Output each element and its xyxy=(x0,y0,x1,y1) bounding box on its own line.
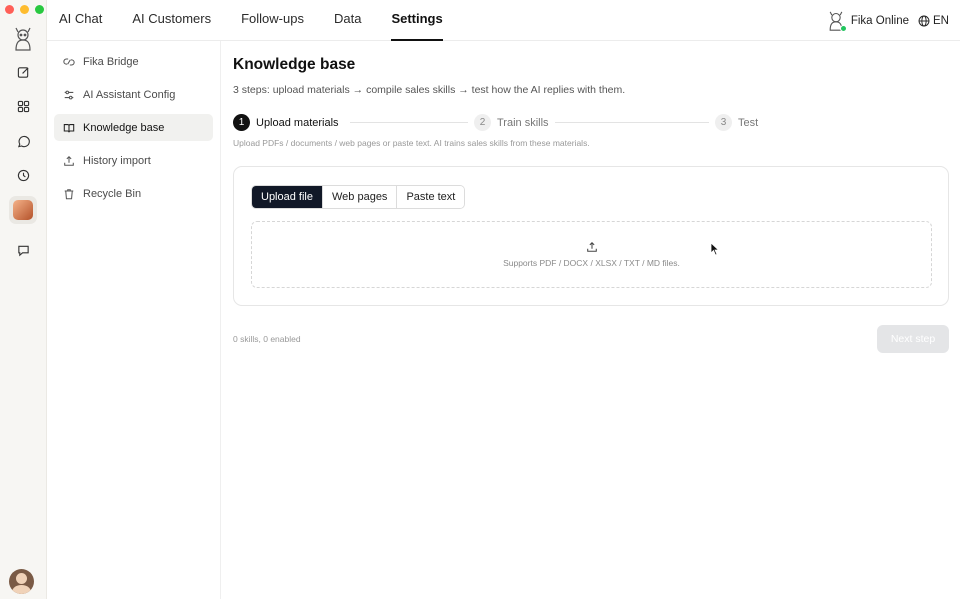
chat-bubble-icon xyxy=(17,245,29,256)
step-label: Train skills xyxy=(497,116,549,129)
upload-card: Upload file Web pages Paste text Support… xyxy=(233,166,949,306)
rail-history-button[interactable] xyxy=(9,161,37,189)
window-controls xyxy=(5,5,44,14)
footer-row: 0 skills, 0 enabled Next step xyxy=(233,325,949,353)
fika-status-logo xyxy=(826,10,847,32)
sidebar-item-recycle-bin[interactable]: Recycle Bin xyxy=(54,180,213,207)
globe-icon xyxy=(918,15,930,26)
language-label: EN xyxy=(933,14,949,27)
next-step-button[interactable]: Next step xyxy=(877,325,949,353)
file-dropzone[interactable]: Supports PDF / DOCX / XLSX / TXT / MD fi… xyxy=(251,221,932,288)
mouse-cursor-icon xyxy=(710,242,720,256)
app-rail xyxy=(0,0,47,599)
maximize-window-button[interactable] xyxy=(35,5,44,14)
whatsapp-icon xyxy=(17,135,30,147)
step-number: 2 xyxy=(474,114,491,131)
agent-avatar xyxy=(13,200,33,220)
close-window-button[interactable] xyxy=(5,5,14,14)
step-hint: Upload PDFs / documents / web pages or p… xyxy=(233,138,590,148)
main-content: Knowledge base 3 steps: upload materials… xyxy=(233,41,949,353)
sidebar-item-knowledge-base[interactable]: Knowledge base xyxy=(54,114,213,141)
tab-follow-ups[interactable]: Follow-ups xyxy=(241,0,304,40)
online-status[interactable]: Fika Online xyxy=(826,10,909,32)
step-test: 3 Test xyxy=(715,114,758,131)
step-connector xyxy=(350,122,468,123)
online-dot xyxy=(839,24,847,32)
upload-icon xyxy=(586,241,597,252)
tab-web-pages[interactable]: Web pages xyxy=(322,186,398,208)
compose-icon xyxy=(17,66,29,78)
clock-icon xyxy=(17,169,29,181)
step-label: Upload materials xyxy=(256,116,339,129)
tab-paste-text[interactable]: Paste text xyxy=(397,186,465,208)
page-title: Knowledge base xyxy=(233,56,356,73)
minimize-window-button[interactable] xyxy=(20,5,29,14)
step-label: Test xyxy=(738,116,759,129)
rail-feedback-button[interactable] xyxy=(9,236,37,264)
top-right-area: Fika Online EN xyxy=(826,0,949,41)
step-number: 3 xyxy=(715,114,732,131)
tab-ai-chat[interactable]: AI Chat xyxy=(59,0,102,40)
sidebar-item-history-import[interactable]: History import xyxy=(54,147,213,174)
step-number: 1 xyxy=(233,114,250,131)
stepper: 1 Upload materials 2 Train skills 3 Test xyxy=(233,114,949,132)
step-train-skills: 2 Train skills xyxy=(474,114,549,131)
user-avatar[interactable] xyxy=(9,569,34,594)
step-upload-materials: 1 Upload materials xyxy=(233,114,339,131)
status-label: Fika Online xyxy=(850,14,910,27)
rail-apps-button[interactable] xyxy=(9,92,37,120)
sidebar-item-label: AI Assistant Config xyxy=(83,88,176,101)
book-icon xyxy=(63,123,75,132)
sidebar-item-ai-assistant-config[interactable]: AI Assistant Config xyxy=(54,81,213,108)
sidebar-item-label: History import xyxy=(83,154,151,167)
rail-whatsapp-button[interactable] xyxy=(9,127,37,155)
sidebar-item-label: Recycle Bin xyxy=(83,187,142,200)
fika-logo-icon xyxy=(15,27,31,51)
step-connector xyxy=(555,122,709,123)
sliders-icon xyxy=(64,90,74,99)
skills-count: 0 skills, 0 enabled xyxy=(233,334,301,344)
tab-upload-file[interactable]: Upload file xyxy=(252,186,323,208)
rail-agent-button[interactable] xyxy=(9,196,37,224)
source-type-tabs: Upload file Web pages Paste text xyxy=(251,185,466,209)
apps-grid-icon xyxy=(17,100,29,112)
tab-settings[interactable]: Settings xyxy=(391,0,444,41)
language-switcher[interactable]: EN xyxy=(918,15,949,27)
settings-sidebar: Fika Bridge AI Assistant Config Knowledg… xyxy=(47,41,221,599)
tab-ai-customers[interactable]: AI Customers xyxy=(132,0,211,40)
top-bar: AI Chat AI Customers Follow-ups Data Set… xyxy=(47,0,960,41)
rail-compose-button[interactable] xyxy=(9,58,37,86)
link-icon xyxy=(63,57,75,66)
page-subtitle: 3 steps: upload materials → compile sale… xyxy=(233,84,626,96)
sidebar-item-fika-bridge[interactable]: Fika Bridge xyxy=(54,48,213,75)
tab-data[interactable]: Data xyxy=(334,0,361,40)
upload-icon xyxy=(64,155,74,166)
sidebar-item-label: Fika Bridge xyxy=(83,55,139,68)
top-nav: AI Chat AI Customers Follow-ups Data Set… xyxy=(59,0,473,41)
dropzone-text: Supports PDF / DOCX / XLSX / TXT / MD fi… xyxy=(503,258,680,268)
sidebar-item-label: Knowledge base xyxy=(83,121,165,134)
trash-icon xyxy=(64,188,74,199)
